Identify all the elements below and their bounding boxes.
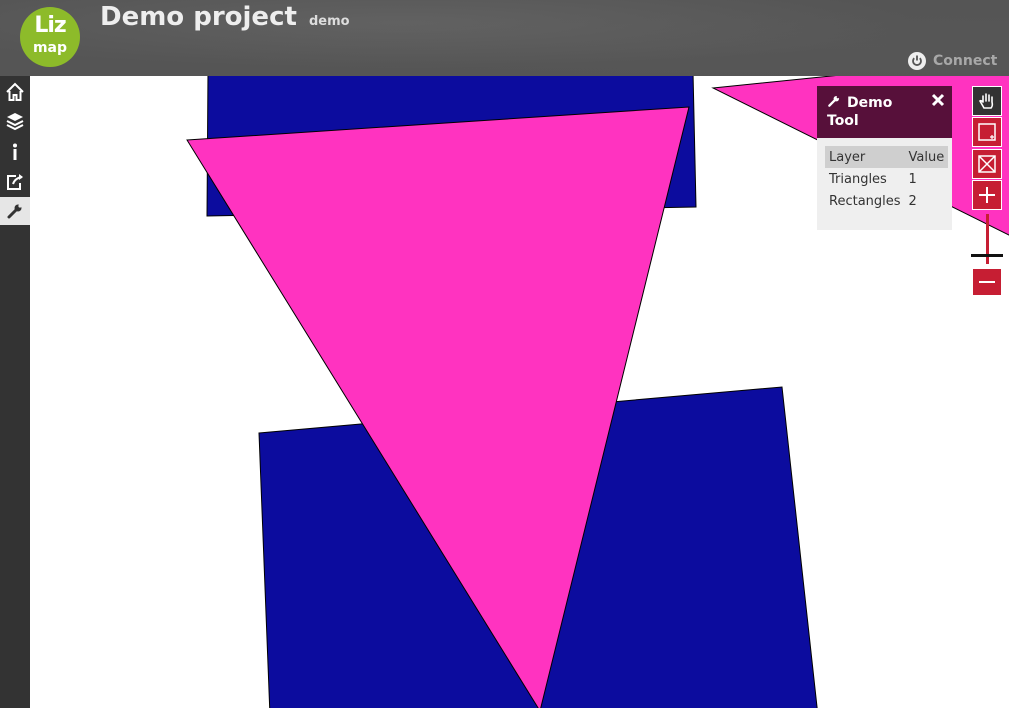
column-header-layer: Layer bbox=[825, 146, 905, 168]
results-table: Layer Value Triangles 1 Rectangles 2 bbox=[825, 146, 949, 212]
pan-icon bbox=[979, 93, 994, 109]
home-icon bbox=[6, 82, 24, 101]
column-header-value: Value bbox=[904, 146, 949, 168]
zoom-extent-icon bbox=[978, 155, 996, 173]
table-row: Rectangles 2 bbox=[825, 190, 948, 212]
layer-cell: Rectangles bbox=[829, 193, 901, 209]
zoom-out-button[interactable] bbox=[972, 268, 1002, 296]
layer-cell: Triangles bbox=[829, 171, 887, 187]
sidebar-item-info[interactable] bbox=[0, 138, 30, 166]
demo-tool-panel: Demo Tool Layer Value Triangles 1 Rectan… bbox=[817, 86, 952, 230]
value-cell: 1 bbox=[908, 171, 917, 187]
panel-title: Demo Tool bbox=[827, 94, 927, 130]
info-icon bbox=[13, 143, 17, 160]
table-header-row: Layer Value bbox=[825, 146, 949, 168]
connect-label: Connect bbox=[933, 53, 998, 69]
wrench-icon bbox=[828, 95, 840, 107]
lizmap-logo[interactable]: Liz map bbox=[20, 7, 80, 67]
zoom-extent-button[interactable] bbox=[972, 149, 1002, 179]
pan-button[interactable] bbox=[972, 86, 1002, 116]
power-icon bbox=[908, 52, 926, 70]
project-title: Demo project bbox=[100, 2, 297, 32]
sidebar-item-home[interactable] bbox=[0, 78, 30, 106]
zoom-slider-handle[interactable] bbox=[971, 254, 1003, 257]
sidebar-item-tools[interactable] bbox=[0, 197, 30, 225]
panel-header: Demo Tool bbox=[817, 86, 952, 138]
table-row: Triangles 1 bbox=[825, 168, 948, 190]
zoom-out-icon bbox=[979, 281, 995, 283]
zoom-in-button[interactable] bbox=[972, 180, 1002, 210]
share-icon bbox=[7, 174, 23, 190]
header: Liz map Demo project demo Connect bbox=[0, 0, 1009, 76]
zoom-box-icon bbox=[978, 123, 996, 141]
layers-icon bbox=[6, 113, 24, 131]
logo-text-top: Liz bbox=[34, 13, 66, 38]
logo-text-bottom: map bbox=[32, 40, 68, 56]
project-subtitle: demo bbox=[309, 14, 350, 29]
sidebar bbox=[0, 76, 30, 708]
sidebar-item-layers[interactable] bbox=[0, 107, 30, 135]
close-icon[interactable] bbox=[931, 93, 945, 107]
connect-button[interactable]: Connect bbox=[908, 51, 997, 71]
value-cell: 2 bbox=[908, 193, 917, 209]
zoom-in-icon bbox=[979, 187, 995, 203]
wrench-icon bbox=[7, 204, 22, 219]
zoom-box-button[interactable] bbox=[972, 117, 1002, 147]
sidebar-item-share[interactable] bbox=[0, 168, 30, 196]
